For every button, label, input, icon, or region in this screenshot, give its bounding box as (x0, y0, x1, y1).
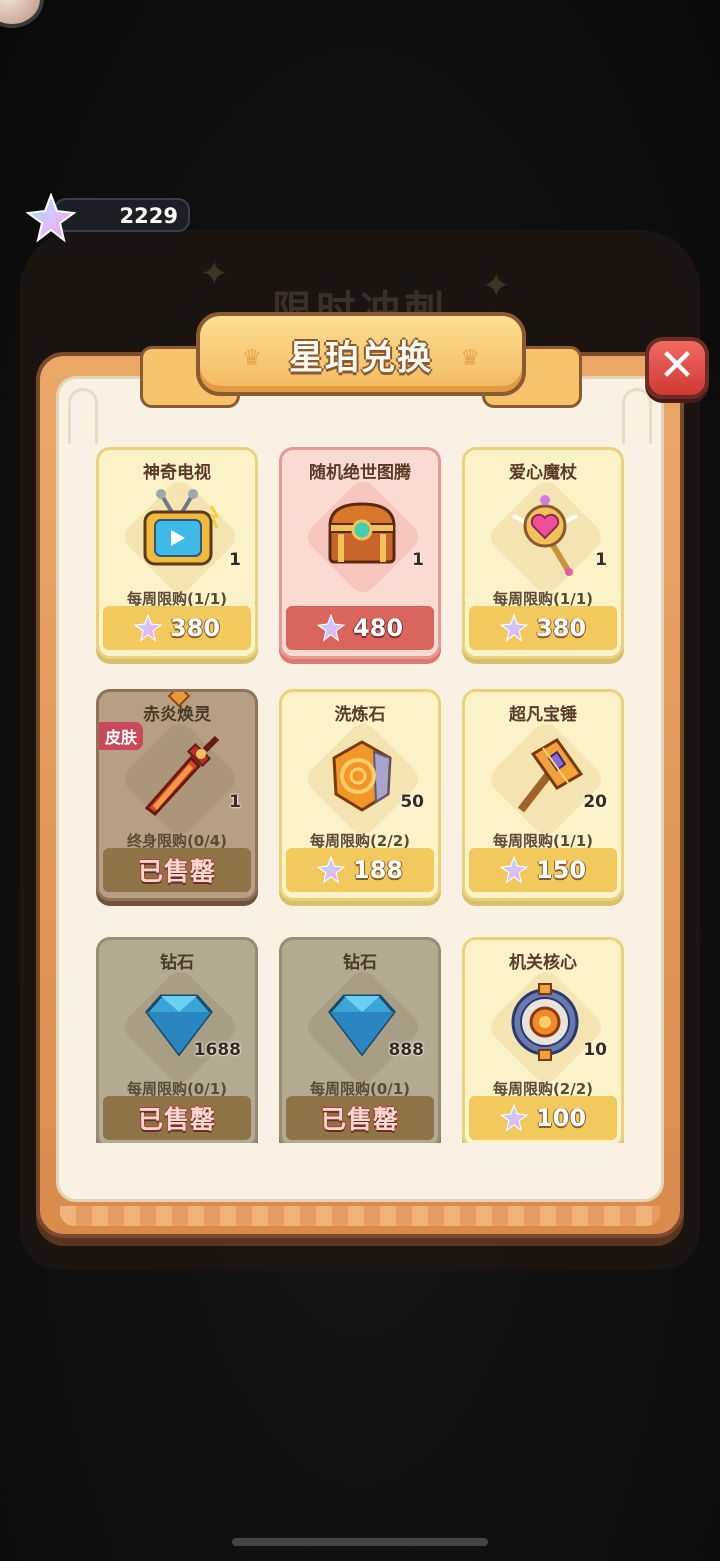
buy-button[interactable]: 380 (103, 606, 251, 650)
star-amber-icon (26, 193, 76, 243)
buy-button[interactable]: 188 (286, 848, 434, 892)
flame-sword-icon (144, 735, 220, 817)
sold-out-label: 已售罄 (320, 1105, 399, 1134)
tv-icon (143, 489, 220, 566)
buy-button[interactable]: 150 (469, 848, 617, 892)
item-price: 150 (535, 856, 587, 884)
item-name: 超凡宝锤 (509, 705, 577, 725)
item-quantity: 10 (583, 1040, 607, 1060)
shop-item-card[interactable]: 钻石 888 每周限购(0/1) 已售罄 (279, 937, 441, 1143)
item-price: 100 (535, 1104, 587, 1132)
star-amber-icon (499, 856, 528, 884)
item-quantity: 20 (583, 792, 607, 812)
item-price: 380 (535, 614, 587, 642)
title-banner: ♛ ♛ 星珀兑换 (196, 312, 526, 396)
home-indicator[interactable] (232, 1538, 488, 1546)
heart-wand-icon (512, 495, 578, 576)
item-name: 随机绝世图腾 (309, 463, 411, 483)
item-quantity: 1 (412, 550, 424, 570)
sold-out-label: 已售罄 (137, 1105, 216, 1134)
item-name: 钻石 (160, 953, 194, 973)
item-quantity: 888 (388, 1040, 425, 1060)
star-amber-icon (316, 614, 345, 642)
item-name: 钻石 (343, 953, 377, 973)
shop-item-card[interactable]: 超凡宝锤 20 每周限购(1/1) 150 (462, 689, 624, 901)
sold-out-status: 已售罄 (103, 848, 251, 892)
item-price: 480 (352, 614, 404, 642)
panel-pillar (622, 388, 652, 444)
treasure-chest-icon (328, 502, 396, 564)
dialog-title: 星珀兑换 (289, 338, 433, 378)
shop-item-card[interactable]: 随机绝世图腾 1 480 (279, 447, 441, 659)
buy-button[interactable]: 380 (469, 606, 617, 650)
shop-item-card[interactable]: 钻石 1688 每周限购(0/1) 已售罄 (96, 937, 258, 1143)
star-amber-icon (499, 1104, 528, 1132)
mech-core-icon (511, 983, 579, 1061)
sparkle-icon: ✦ (482, 266, 511, 306)
star-amber-icon (316, 856, 345, 884)
currency-value: 2229 (119, 204, 178, 228)
item-name: 机关核心 (509, 953, 577, 973)
refine-stone-icon (332, 740, 392, 812)
item-quantity: 1688 (193, 1040, 241, 1060)
shop-item-card[interactable]: 神奇电视 1 每周限购(1/1) 380 (96, 447, 258, 659)
sparkle-icon: ✦ (200, 254, 229, 294)
star-amber-icon (133, 614, 162, 642)
buy-button[interactable]: 480 (286, 606, 434, 650)
item-quantity: 50 (400, 792, 424, 812)
item-quantity: 1 (595, 550, 607, 570)
sold-out-label: 已售罄 (137, 857, 216, 886)
close-button[interactable]: ✕ (645, 337, 709, 399)
item-price: 380 (169, 614, 221, 642)
buy-button[interactable]: 100 (469, 1096, 617, 1140)
panel-pillar (68, 388, 98, 444)
shop-item-card[interactable]: 赤炎焕灵 皮肤 1 终身限购(0/4) 已售罄 (96, 689, 258, 901)
panel-trim (60, 1206, 660, 1226)
item-quantity: 1 (229, 550, 241, 570)
sold-out-status: 已售罄 (286, 1096, 434, 1140)
shop-item-card[interactable]: 爱心魔杖 1 每周限购(1/1) 380 (462, 447, 624, 659)
item-grid[interactable]: 神奇电视 1 每周限购(1/1) 380 随机绝世图腾 1 480 爱心魔杖 1… (70, 447, 650, 1143)
star-amber-icon (499, 614, 528, 642)
close-icon: ✕ (658, 340, 696, 391)
shop-item-card[interactable]: 机关核心 10 每周限购(2/2) 100 (462, 937, 624, 1143)
hammer-icon (517, 738, 584, 813)
item-name: 爱心魔杖 (509, 463, 577, 483)
shop-item-card[interactable]: 洗炼石 50 每周限购(2/2) 188 (279, 689, 441, 901)
item-price: 188 (352, 856, 404, 884)
item-name: 神奇电视 (143, 463, 211, 483)
item-quantity: 1 (229, 792, 241, 812)
item-name: 洗炼石 (334, 705, 386, 725)
sold-out-status: 已售罄 (103, 1096, 251, 1140)
